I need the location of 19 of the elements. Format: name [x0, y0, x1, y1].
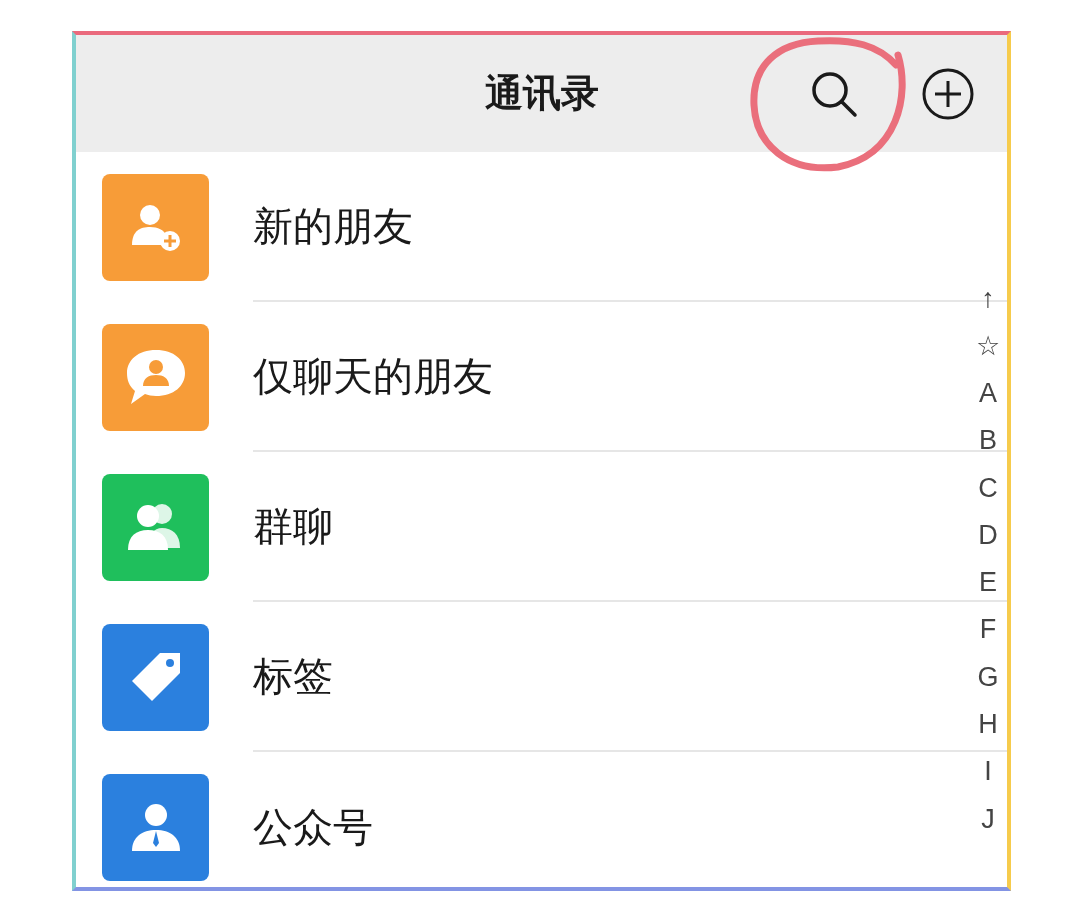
index-letter[interactable]: A — [979, 369, 997, 417]
index-letter[interactable]: H — [978, 700, 998, 748]
index-letter[interactable]: B — [979, 416, 997, 465]
index-letter[interactable]: G — [977, 653, 999, 701]
list-item-label[interactable]: 仅聊天的朋友 — [253, 346, 493, 406]
index-letter[interactable]: ↑ — [981, 275, 995, 323]
screen-title: 通讯录 — [484, 70, 599, 117]
index-letter[interactable]: E — [979, 558, 997, 607]
index-letter[interactable]: F — [979, 606, 997, 654]
list-item-label[interactable]: 群聊 — [253, 496, 333, 556]
list-item-label[interactable]: 标签 — [253, 646, 333, 706]
add-icon[interactable] — [921, 66, 975, 121]
index-letter[interactable]: J — [981, 795, 995, 843]
index-letter[interactable]: D — [978, 511, 998, 559]
index-letter[interactable]: ☆ — [976, 322, 1000, 370]
index-letter[interactable]: I — [984, 747, 992, 796]
index-letter[interactable]: C — [978, 464, 998, 512]
list-item-label[interactable]: 新的朋友 — [253, 196, 413, 256]
list-item-label[interactable]: 公众号 — [253, 797, 373, 857]
